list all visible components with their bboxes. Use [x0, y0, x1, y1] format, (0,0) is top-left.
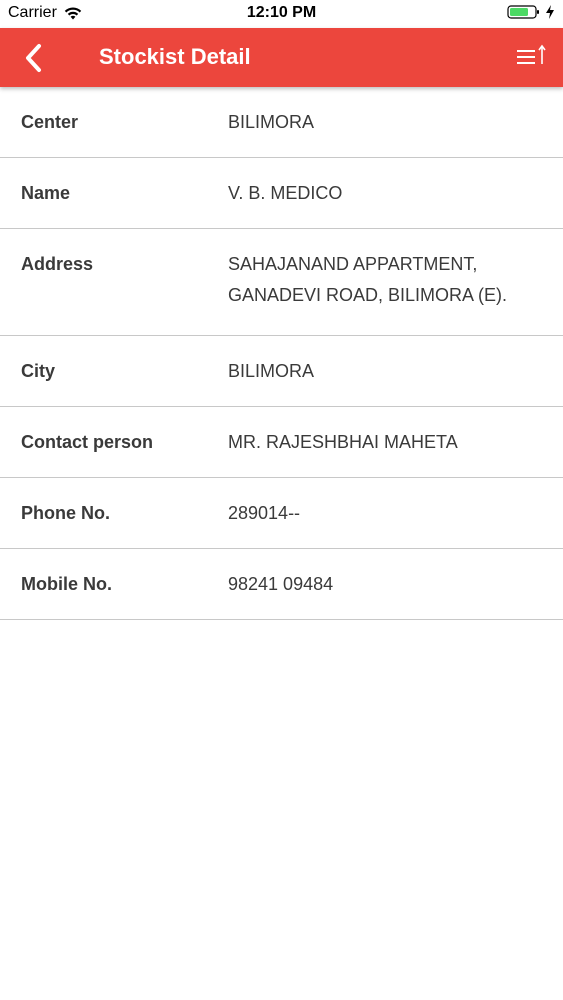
sort-menu-button[interactable] [515, 43, 549, 71]
phone-value[interactable]: 289014-- [228, 502, 563, 524]
stockist-detail-list: Center BILIMORA Name V. B. MEDICO Addres… [0, 87, 563, 620]
phone-label: Phone No. [21, 503, 110, 523]
status-bar: Carrier 12:10 PM [0, 0, 563, 28]
center-label: Center [21, 112, 79, 132]
detail-row-name: Name V. B. MEDICO [0, 158, 563, 229]
contact-person-label: Contact person [21, 432, 154, 452]
detail-row-mobile: Mobile No. 98241 09484 [0, 549, 563, 620]
battery-icon [507, 4, 541, 20]
detail-row-city: City BILIMORA [0, 336, 563, 407]
detail-row-phone: Phone No. 289014-- [0, 478, 563, 549]
page-title: Stockist Detail [99, 44, 251, 69]
name-label: Name [21, 183, 71, 203]
address-line-1: SAHAJANAND APPARTMENT, [228, 254, 478, 274]
status-time: 12:10 PM [246, 4, 317, 21]
detail-row-contact-person: Contact person MR. RAJESHBHAI MAHETA [0, 407, 563, 478]
sort-menu-icon [517, 44, 546, 64]
city-label: City [21, 361, 56, 381]
chevron-left-icon [26, 44, 41, 72]
center-value: BILIMORA [228, 112, 315, 132]
nav-bar: Stockist Detail [0, 28, 563, 87]
back-button[interactable] [16, 40, 52, 76]
detail-row-address: Address SAHAJANAND APPARTMENT, GANADEVI … [0, 229, 563, 336]
mobile-value[interactable]: 98241 09484 [228, 573, 563, 595]
address-label: Address [21, 254, 94, 274]
charging-bolt-icon [545, 4, 555, 20]
address-value: SAHAJANAND APPARTMENT, GANADEVI ROAD, BI… [228, 249, 563, 311]
mobile-label: Mobile No. [21, 574, 112, 594]
contact-person-value: MR. RAJESHBHAI MAHETA [228, 432, 458, 452]
name-value: V. B. MEDICO [228, 183, 343, 203]
status-right [507, 4, 555, 20]
address-line-2: GANADEVI ROAD, BILIMORA (E). [228, 285, 508, 305]
city-value: BILIMORA [228, 361, 315, 381]
detail-row-center: Center BILIMORA [0, 87, 563, 158]
